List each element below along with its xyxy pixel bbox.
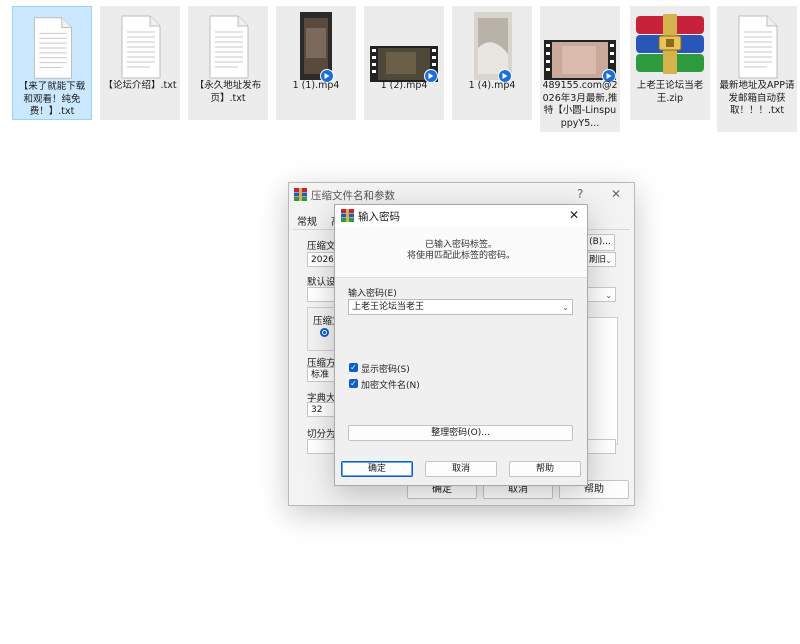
split-volumes-input[interactable] bbox=[307, 439, 337, 454]
format-radio[interactable] bbox=[320, 328, 329, 337]
file-item[interactable]: 最新地址及APP请发邮箱自动获取！！！.txt bbox=[717, 6, 797, 132]
file-item[interactable]: 1 (2).mp4 bbox=[364, 6, 444, 120]
show-password-label: 显示密码(S) bbox=[361, 365, 410, 375]
file-name: 【永久地址发布页】.txt bbox=[194, 80, 262, 104]
profile-select[interactable] bbox=[307, 287, 337, 302]
chevron-down-icon: ⌄ bbox=[605, 291, 612, 300]
profile-dropdown[interactable]: ⌄ bbox=[585, 287, 616, 302]
ok-button[interactable]: 确定 bbox=[341, 461, 413, 477]
file-name: 1 (2).mp4 bbox=[380, 80, 428, 91]
options-panel bbox=[585, 317, 618, 445]
browse-button[interactable]: (B)... bbox=[585, 234, 615, 251]
close-icon[interactable]: ✕ bbox=[569, 208, 579, 222]
file-item[interactable]: 【来了就能下载和观看！纯免费！】.txt bbox=[12, 6, 92, 120]
split-unit-select[interactable] bbox=[585, 439, 616, 454]
file-item[interactable]: 1 (4).mp4 bbox=[452, 6, 532, 120]
password-input[interactable]: 上老王论坛当老王 ⌄ bbox=[348, 299, 573, 315]
info-area: 已输入密码标签。 将使用匹配此标签的密码。 bbox=[335, 227, 587, 277]
video-thumbnail-icon bbox=[300, 12, 334, 83]
file-name: 【论坛介绍】.txt bbox=[103, 80, 177, 91]
encrypt-filenames-label: 加密文件名(N) bbox=[361, 381, 420, 391]
file-list: 【来了就能下载和观看！纯免费！】.txt 【论坛介绍】.txt 【永久地址发布页… bbox=[0, 0, 800, 132]
organize-passwords-button[interactable]: 整理密码(O)... bbox=[348, 425, 573, 441]
close-icon[interactable]: ✕ bbox=[611, 187, 621, 201]
chevron-down-icon[interactable]: ⌄ bbox=[562, 300, 569, 314]
text-document-icon bbox=[121, 15, 161, 79]
archive-name-input[interactable]: 2026年 bbox=[307, 252, 337, 267]
show-password-checkbox[interactable]: ✓ bbox=[349, 363, 358, 372]
archive-name-label: 压缩文 bbox=[307, 241, 336, 252]
method-select[interactable]: 标准 bbox=[307, 367, 337, 382]
cancel-button[interactable]: 取消 bbox=[425, 461, 497, 477]
password-value: 上老王论坛当老王 bbox=[352, 302, 425, 312]
text-document-icon bbox=[738, 15, 778, 79]
text-document-icon bbox=[33, 17, 72, 79]
chevron-down-icon: ⌄ bbox=[605, 256, 612, 265]
video-thumbnail-icon bbox=[370, 46, 438, 83]
file-name: 1 (4).mp4 bbox=[468, 80, 516, 91]
file-name: 最新地址及APP请发邮箱自动获取！！！.txt bbox=[719, 80, 795, 116]
update-mode-value: 刷旧 bbox=[589, 255, 607, 265]
help-button[interactable]: 帮助 bbox=[509, 461, 581, 477]
file-item[interactable]: 489155.com@2026年3月最新,推特【小圆-LinspuppyY5..… bbox=[540, 6, 620, 132]
text-document-icon bbox=[209, 15, 249, 79]
help-icon[interactable]: ? bbox=[577, 187, 583, 201]
password-label: 输入密码(E) bbox=[348, 289, 397, 299]
file-item[interactable]: 1 (1).mp4 bbox=[276, 6, 356, 120]
winrar-archive-icon bbox=[636, 14, 704, 74]
tab-general[interactable]: 常规 bbox=[297, 213, 317, 228]
default-settings-label: 默认设 bbox=[307, 277, 336, 288]
divider bbox=[335, 277, 587, 278]
file-name: 1 (1).mp4 bbox=[292, 80, 340, 91]
dict-size-select[interactable]: 32 bbox=[307, 402, 337, 417]
file-name: 【来了就能下载和观看！纯免费！】.txt bbox=[18, 81, 86, 117]
video-thumbnail-icon bbox=[474, 12, 512, 83]
update-mode-select[interactable]: 刷旧 ⌄ bbox=[585, 252, 616, 267]
file-item[interactable]: 【论坛介绍】.txt bbox=[100, 6, 180, 120]
dialog-title: 输入密码 bbox=[358, 211, 400, 223]
encrypt-filenames-checkbox[interactable]: ✓ bbox=[349, 379, 358, 388]
winrar-app-icon bbox=[341, 209, 354, 222]
info-line-2: 将使用匹配此标签的密码。 bbox=[406, 251, 515, 261]
enter-password-dialog: 输入密码 ✕ 已输入密码标签。 将使用匹配此标签的密码。 输入密码(E) 上老王… bbox=[334, 204, 588, 486]
title-bar: 输入密码 ✕ bbox=[335, 205, 587, 227]
winrar-app-icon bbox=[294, 188, 307, 201]
file-item[interactable]: 【永久地址发布页】.txt bbox=[188, 6, 268, 120]
file-name: 489155.com@2026年3月最新,推特【小圆-LinspuppyY5..… bbox=[542, 80, 618, 129]
file-name: 上老王论坛当老王.zip bbox=[636, 80, 704, 104]
dialog-title: 压缩文件名和参数 bbox=[311, 190, 395, 202]
file-item[interactable]: 上老王论坛当老王.zip bbox=[630, 6, 710, 120]
video-thumbnail-icon bbox=[544, 40, 616, 83]
